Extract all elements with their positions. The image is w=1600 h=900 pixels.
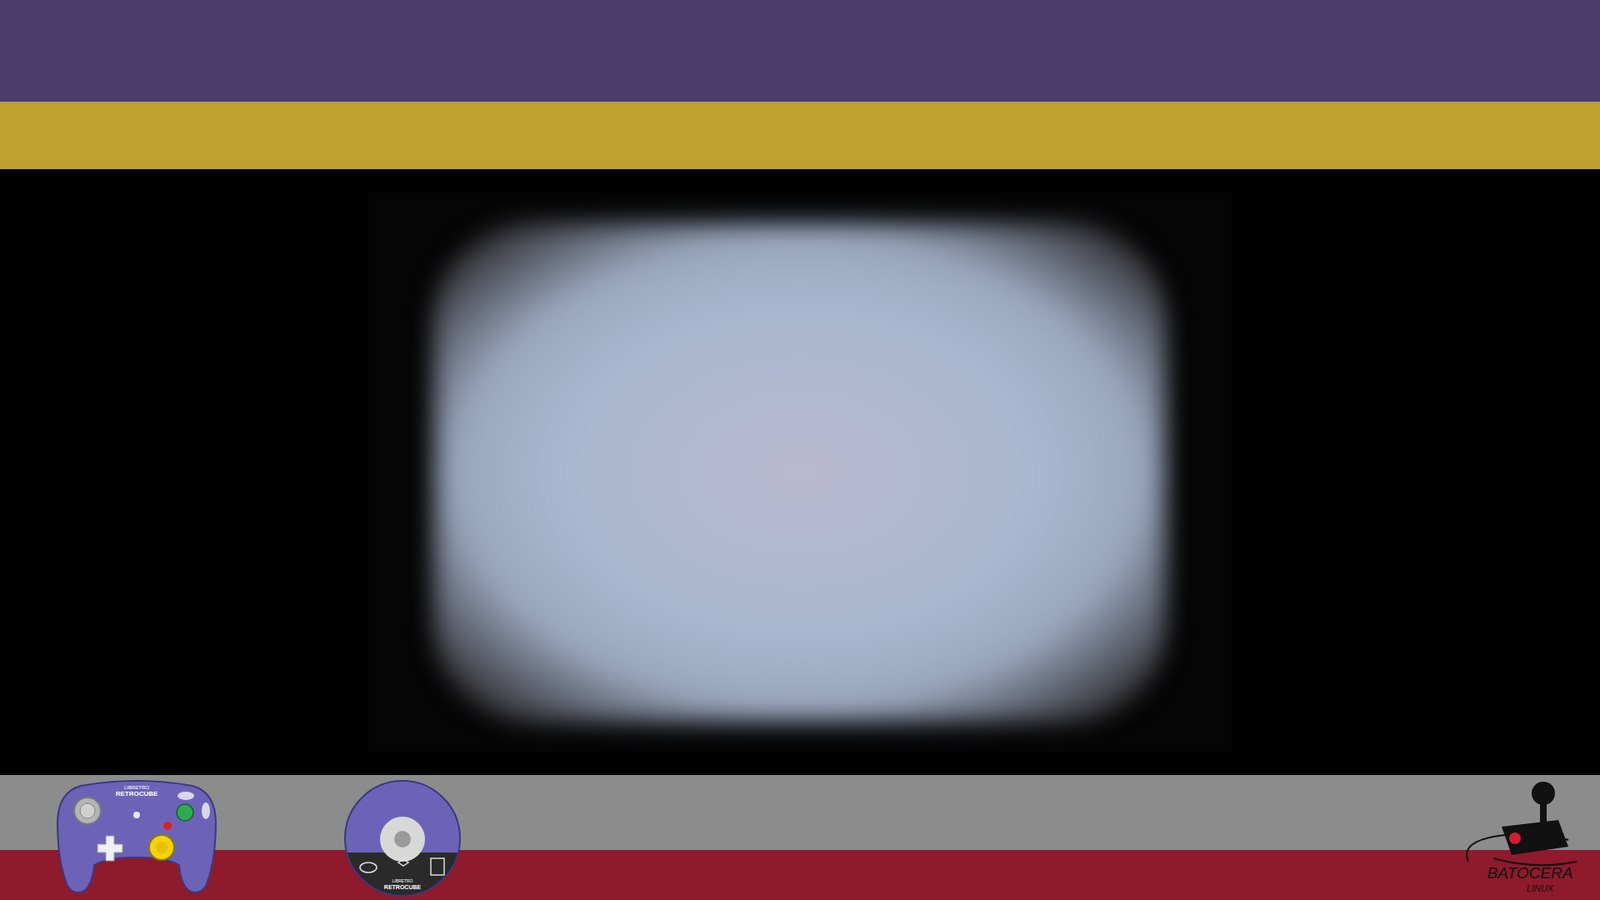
- gray-band: [0, 775, 1600, 850]
- bezel: LIBRETRO RETROCUBE LIBRETRO RETROCUBE: [0, 0, 1600, 900]
- disc-model: RETROCUBE: [384, 884, 422, 890]
- disc-icon: LIBRETRO RETROCUBE: [343, 779, 462, 898]
- blurred-frame: [433, 222, 1167, 723]
- controller-model: RETROCUBE: [115, 790, 159, 798]
- logo-subtitle: LINUX: [1526, 883, 1555, 894]
- disc-brand: LIBRETRO: [391, 878, 413, 884]
- controller-icon: LIBRETRO RETROCUBE: [55, 777, 218, 896]
- top-band: [0, 0, 1600, 102]
- screen-area: [0, 169, 1600, 775]
- red-band: [0, 850, 1600, 900]
- gold-band: [0, 101, 1600, 170]
- game-screen: [368, 192, 1232, 752]
- batocera-logo-icon: BATOCERA LINUX: [1460, 778, 1590, 897]
- logo-name: BATOCERA: [1487, 864, 1574, 882]
